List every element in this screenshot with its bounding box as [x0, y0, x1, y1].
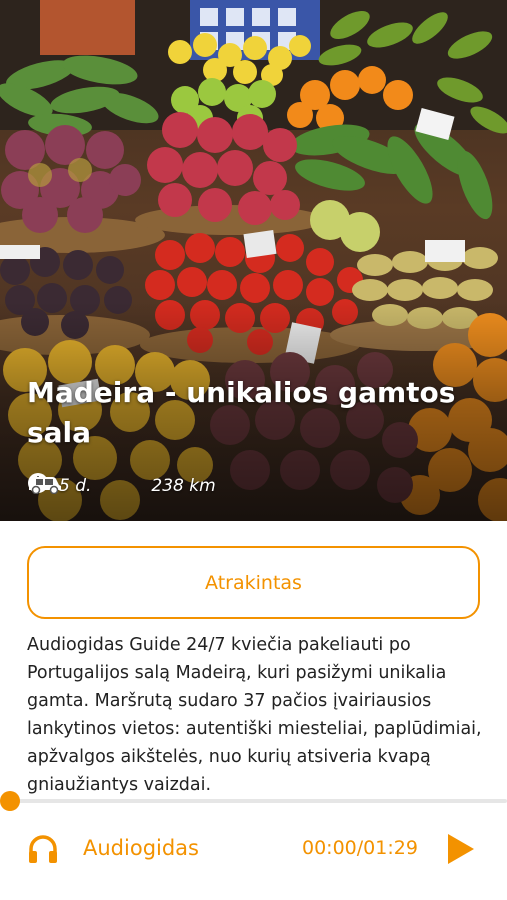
- audio-progress-slider[interactable]: [0, 790, 507, 812]
- headphones-icon: [26, 832, 60, 866]
- play-icon[interactable]: [444, 832, 476, 866]
- tour-distance: 238 km: [151, 476, 216, 496]
- playback-time: 00:00/01:29: [302, 837, 418, 859]
- tour-meta: 5 d. 238 km: [27, 472, 216, 500]
- unlocked-button[interactable]: Atrakintas: [27, 546, 480, 619]
- unlocked-button-label: Atrakintas: [205, 571, 302, 594]
- tour-detail-screen: Madeira - unikalios gamtos sala 5 d. 238: [0, 0, 507, 900]
- car-icon: [29, 475, 141, 497]
- tour-title: Madeira - unikalios gamtos sala: [27, 376, 456, 449]
- progress-knob[interactable]: [0, 791, 20, 811]
- hero-image: Madeira - unikalios gamtos sala 5 d. 238: [0, 0, 507, 521]
- progress-track: [10, 799, 507, 803]
- player-label: Audiogidas: [83, 836, 199, 860]
- audio-player-bar: Audiogidas 00:00/01:29: [0, 812, 507, 900]
- tour-duration: 5 d.: [59, 476, 92, 496]
- tour-description: Audiogidas Guide 24/7 kviečia pakeliauti…: [27, 635, 482, 795]
